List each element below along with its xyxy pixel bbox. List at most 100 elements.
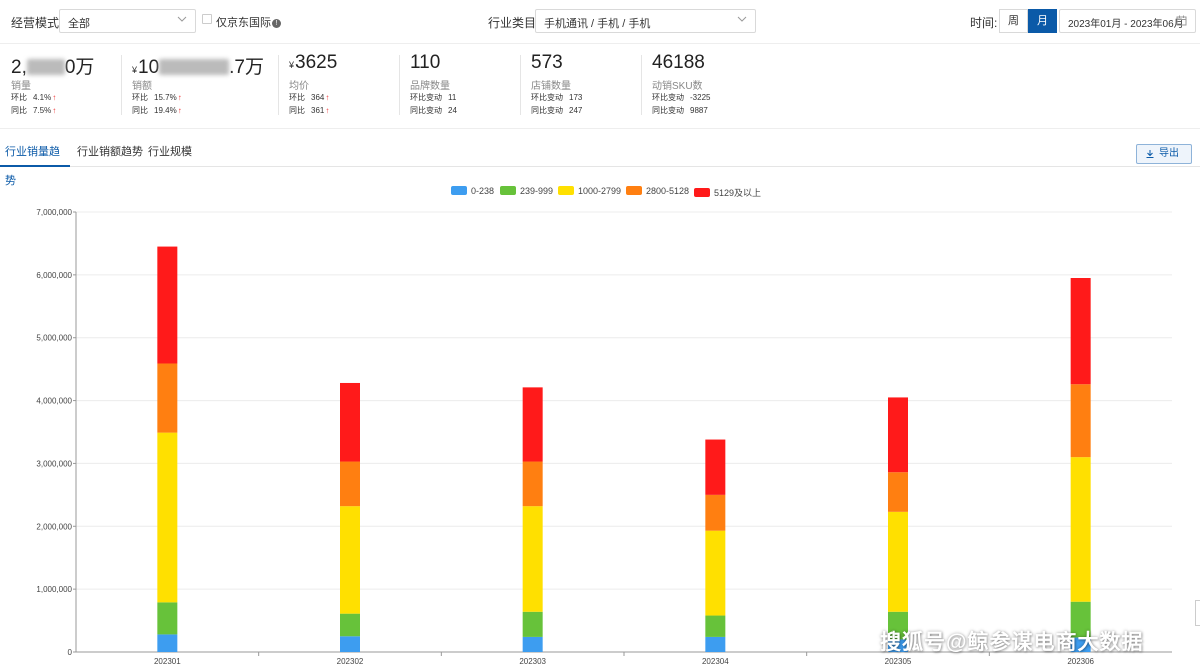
stat-label: 均价 [289,81,309,92]
stat-yoy: 同比 361↑ [289,106,330,115]
legend-swatch [694,188,710,197]
y-tick-label: 3,000,000 [36,459,72,468]
bar-segment [1070,278,1091,385]
stat-value: 110 [410,52,441,73]
category-select[interactable]: 手机通讯 / 手机 / 手机 [535,9,756,33]
calendar-icon [1176,15,1187,26]
stat-mom: 环比变动 11 [410,93,457,102]
tab-sales-volume-trend[interactable]: 行业销量趋势 [0,138,70,187]
legend-item[interactable]: 239-999 [500,186,553,196]
stat-label: 销量 [11,81,31,92]
stat-label: 动销SKU数 [652,81,703,92]
arrow-up-icon: ↑ [177,93,182,102]
legend-item[interactable]: 5129及以上 [694,186,761,199]
bar-segment [157,432,178,603]
arrow-up-icon: ↑ [52,106,57,115]
arrow-up-icon: ↑ [325,93,330,102]
y-tick-label: 2,000,000 [36,522,72,531]
bar-segment [522,611,543,637]
y-tick-label: 6,000,000 [36,271,72,280]
stat-yoy: 同比变动 24 [410,106,457,115]
legend-swatch [558,186,574,195]
export-label: 导出 [1159,148,1179,159]
legend-swatch [500,186,516,195]
bar-segment [340,382,360,462]
y-tick-label: 1,000,000 [36,585,72,594]
bar-segment [522,461,543,507]
stat-yoy: 同比变动 9887 [652,106,708,115]
chart-legend: 0-238 239-999 1000-2799 2800-5128 5129及以… [0,186,1200,200]
tab-industry-scale[interactable]: 行业规模 [148,138,192,167]
stat-value: 2, 0万 [11,57,95,78]
divider [399,55,400,115]
bar-segment [157,246,178,364]
y-tick-label: 5,000,000 [36,334,72,343]
stat-label: 销额 [132,81,152,92]
stat-value: 573 [531,52,563,73]
category-label: 行业类目: [488,16,540,30]
stat-brand-count: 110 品牌数量 环比变动 11 同比变动 24 [410,45,510,129]
bar-segment [522,387,543,462]
date-range-picker[interactable]: 2023年01月 - 2023年06月 [1059,9,1196,33]
week-toggle-button[interactable]: 周 [999,9,1028,33]
x-tick-label: 202301 [154,657,181,666]
divider [641,55,642,115]
bar-segment [705,636,726,652]
info-icon[interactable]: ! [272,19,281,28]
download-icon [1146,150,1154,158]
redacted-value [26,59,65,75]
stat-yoy: 同比 19.4%↑ [132,106,182,115]
bar-segment [157,602,178,635]
bar-segment [157,363,178,433]
bar-segment [1070,457,1091,602]
stat-mom: 环比 15.7%↑ [132,93,182,102]
bar-segment [340,506,360,614]
chevron-down-icon [177,16,187,22]
filter-bar: 经营模式: 全部 仅京东国际! 行业类目: 手机通讯 / 手机 / 手机 时间:… [0,0,1200,44]
arrow-up-icon: ↑ [52,93,57,102]
legend-item[interactable]: 0-238 [451,186,494,196]
stat-value: ¥10.7万 [132,57,265,78]
legend-item[interactable]: 2800-5128 [626,186,689,196]
chevron-down-icon [737,16,747,22]
stat-avg-price: ¥3625 均价 环比 364↑ 同比 361↑ [289,45,389,129]
legend-swatch [626,186,642,195]
stat-mom: 环比 4.1%↑ [11,93,57,102]
bar-segment [705,439,726,495]
divider [520,55,521,115]
category-select-value: 手机通讯 / 手机 / 手机 [544,18,651,30]
bar-segment [340,613,360,637]
export-button[interactable]: 导出 [1136,144,1192,164]
stat-sku-count: 46188 动销SKU数 环比变动 -3225 同比变动 9887 [652,45,752,129]
y-tick-label: 0 [68,648,73,657]
watermark: 搜狐号@鲸参谋电商大数据 [880,631,1144,654]
bar-segment [888,472,908,512]
bar-segment [157,634,178,652]
bar-segment [888,511,908,612]
stat-yoy: 同比 7.5%↑ [11,106,57,115]
stats-row: 2, 0万 销量 环比 4.1%↑ 同比 7.5%↑ ¥10.7万 销额 环比 15.7… [0,45,1200,129]
arrow-up-icon: ↑ [177,106,182,115]
mode-select-value: 全部 [68,18,90,30]
stat-label: 品牌数量 [410,81,450,92]
mode-select[interactable]: 全部 [59,9,196,33]
side-handle[interactable] [1195,600,1200,626]
month-toggle-button[interactable]: 月 [1028,9,1057,33]
stat-sales-volume: 2, 0万 销量 环比 4.1%↑ 同比 7.5%↑ [11,45,116,129]
time-label: 时间: [970,16,998,30]
chart-tabs: 行业销量趋势 行业销额趋势 行业规模 导出 [0,138,1200,187]
stat-mom: 环比变动 173 [531,93,583,102]
date-range-value: 2023年01月 - 2023年06月 [1068,19,1184,30]
tab-sales-amount-trend[interactable]: 行业销额趋势 [77,138,143,167]
bar-segment [705,615,726,637]
jd-intl-checkbox[interactable] [202,14,212,24]
stat-shop-count: 573 店铺数量 环比变动 173 同比变动 247 [531,45,631,129]
bar-segment [1070,384,1091,458]
x-tick-label: 202306 [1067,657,1094,666]
x-tick-label: 202305 [885,657,912,666]
stat-value: ¥3625 [289,52,338,73]
stat-label: 店铺数量 [531,81,571,92]
divider [278,55,279,115]
x-tick-label: 202303 [519,657,546,666]
legend-item[interactable]: 1000-2799 [558,186,621,196]
